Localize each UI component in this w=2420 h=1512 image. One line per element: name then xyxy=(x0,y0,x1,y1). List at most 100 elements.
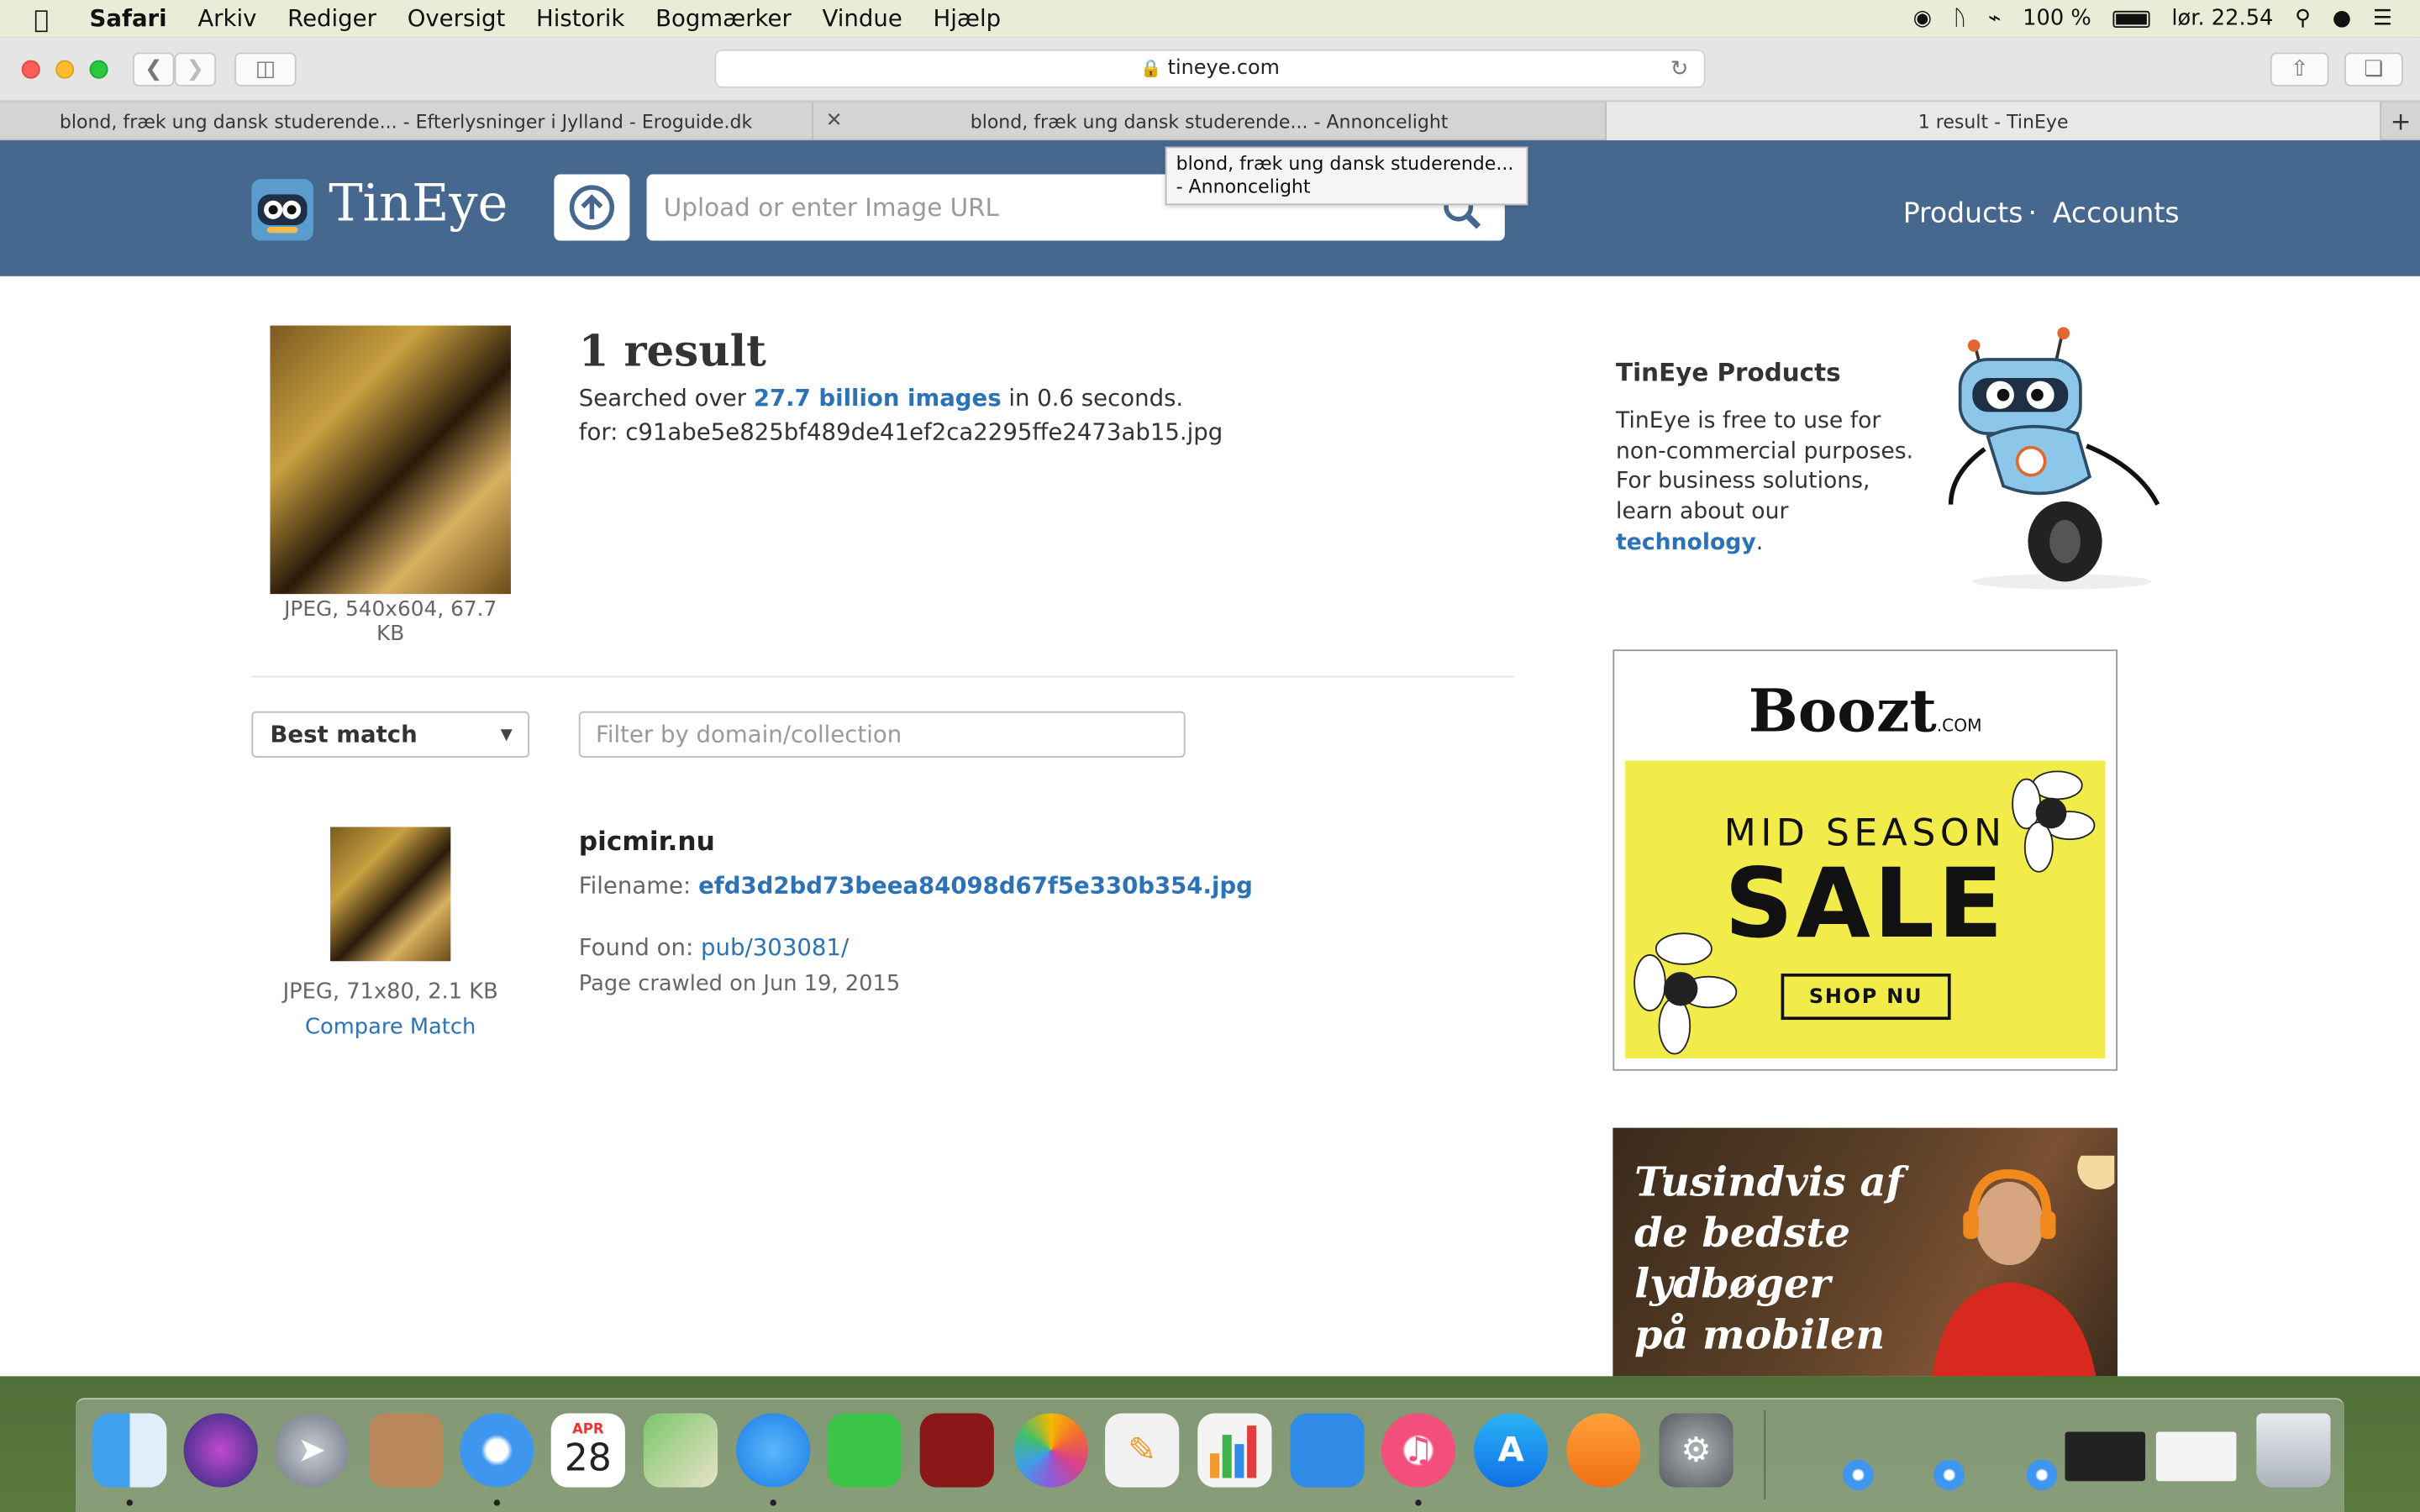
numbers-icon[interactable] xyxy=(1197,1413,1272,1488)
app-store-icon[interactable]: A xyxy=(1474,1413,1549,1488)
pages-icon[interactable]: ✎ xyxy=(1105,1413,1180,1488)
boozt-brand-suffix: .COM xyxy=(1936,716,1982,737)
itunes-icon[interactable]: ♫ xyxy=(1381,1413,1456,1488)
notification-center-icon[interactable]: ☰ xyxy=(2373,6,2392,30)
tineye-robot-logo-icon[interactable] xyxy=(251,179,313,241)
back-button[interactable]: ❮ xyxy=(132,52,175,87)
minimized-window-thumbnail[interactable] xyxy=(2155,1431,2237,1482)
photos-icon[interactable] xyxy=(1013,1413,1088,1488)
siri-dock-icon[interactable] xyxy=(183,1413,258,1488)
sort-dropdown-label: Best match xyxy=(270,720,418,748)
menu-bogmaerker[interactable]: Bogmærker xyxy=(655,5,792,33)
plus-icon: + xyxy=(2390,106,2412,136)
browser-toolbar: ❮ ❯ ◫ 🔒 tineye.com ↻ ⇧ ❏ xyxy=(0,37,2420,102)
menu-oversigt[interactable]: Oversigt xyxy=(408,5,506,33)
minimized-safari-window-icon[interactable] xyxy=(1843,1459,1874,1491)
match-domain[interactable]: picmir.nu xyxy=(579,827,715,858)
nav-accounts-link[interactable]: Accounts xyxy=(2053,197,2180,230)
chevron-right-icon: ❯ xyxy=(186,56,205,82)
compare-match-link[interactable]: Compare Match xyxy=(251,1016,529,1040)
tab-tineye[interactable]: 1 result - TinEye xyxy=(1607,102,2382,141)
facetime-icon[interactable] xyxy=(827,1413,902,1488)
menubar-clock[interactable]: lør. 22.54 xyxy=(2171,6,2273,30)
found-on-row: Found on: pub/303081/ xyxy=(579,933,849,961)
launchpad-icon[interactable]: ➤ xyxy=(274,1413,350,1488)
minimized-safari-window-icon[interactable] xyxy=(1933,1459,1965,1491)
ibooks-icon[interactable] xyxy=(1566,1413,1641,1488)
battery-icon[interactable] xyxy=(2112,9,2150,28)
tab-eroguide[interactable]: blond, fræk ung dansk studerende... - Ef… xyxy=(0,102,813,141)
safari-dock-icon[interactable] xyxy=(460,1413,534,1488)
keynote-icon[interactable] xyxy=(1290,1413,1365,1488)
contacts-icon[interactable] xyxy=(368,1413,444,1488)
audiobook-ad[interactable]: Tusindvis af de bedste lydbøger på mobil… xyxy=(1612,1127,2118,1377)
menu-historik[interactable]: Historik xyxy=(536,5,624,33)
new-tab-button[interactable]: + xyxy=(2381,102,2420,140)
system-preferences-icon[interactable]: ⚙ xyxy=(1659,1413,1733,1488)
spotlight-icon[interactable]: ⚲ xyxy=(2295,6,2311,30)
match-filename-link[interactable]: efd3d2bd73beea84098d67f5e330b354.jpg xyxy=(698,872,1253,900)
menu-app-safari[interactable]: Safari xyxy=(90,5,167,33)
finder-icon[interactable] xyxy=(92,1413,167,1488)
running-indicator xyxy=(493,1499,501,1506)
messages-icon[interactable] xyxy=(736,1413,811,1488)
window-close-button[interactable] xyxy=(21,60,40,79)
calendar-icon[interactable]: APR 28 xyxy=(550,1413,625,1488)
wifi-icon[interactable]: ⌁ xyxy=(1988,6,2001,30)
tab-close-icon[interactable]: ✕ xyxy=(826,109,843,133)
sort-dropdown[interactable]: Best match ▼ xyxy=(251,711,529,758)
menu-vindue[interactable]: Vindue xyxy=(823,5,902,33)
apple-menu-icon[interactable]:  xyxy=(34,4,58,34)
running-indicator xyxy=(1415,1499,1422,1506)
minimized-window-thumbnail[interactable] xyxy=(2065,1431,2146,1482)
searched-suffix: in 0.6 seconds. xyxy=(1001,384,1184,412)
billion-images-link[interactable]: 27.7 billion images xyxy=(754,384,1002,412)
share-button[interactable]: ⇧ xyxy=(2270,52,2329,87)
boozt-logo: Boozt.COM xyxy=(1614,675,2116,745)
technology-link[interactable]: technology xyxy=(1616,530,1756,554)
nav-products-link[interactable]: Products xyxy=(1903,197,2023,230)
searched-line: Searched over 27.7 billion images in 0.6… xyxy=(579,384,1183,412)
minimized-safari-window-icon[interactable] xyxy=(2026,1459,2058,1491)
battery-percent[interactable]: 100 % xyxy=(2023,6,2091,30)
searched-prefix: Searched over xyxy=(578,384,754,412)
tab-bar: blond, fræk ung dansk studerende... - Ef… xyxy=(0,102,2420,141)
sidebar-toggle-button[interactable]: ◫ xyxy=(234,52,297,87)
address-bar[interactable]: 🔒 tineye.com ↻ xyxy=(714,49,1706,88)
tab-overview-button[interactable]: ❏ xyxy=(2344,52,2403,87)
bar-chart-icon xyxy=(1209,1425,1257,1478)
trash-icon[interactable] xyxy=(2256,1413,2331,1488)
sidebar-text-end: . xyxy=(1755,530,1764,555)
forward-button[interactable]: ❯ xyxy=(174,52,217,87)
sidebar-description: TinEye is free to use for non-commercial… xyxy=(1616,407,1924,559)
running-indicator xyxy=(770,1499,776,1506)
boozt-shop-button[interactable]: SHOP NU xyxy=(1781,973,1951,1021)
sidebar-text: TinEye is free to use for non-commercial… xyxy=(1616,408,1914,525)
boozt-ad[interactable]: Boozt.COM MID SEASON SALE SHOP NU xyxy=(1612,649,2118,1071)
tineye-logo-text[interactable]: TinEye xyxy=(329,173,508,234)
match-image-meta: JPEG, 71x80, 2.1 KB xyxy=(282,979,498,1005)
match-filename-row: Filename: efd3d2bd73beea84098d67f5e330b3… xyxy=(579,872,1253,900)
bluetooth-icon[interactable]: ᚢ xyxy=(1954,6,1966,30)
boozt-sale-panel: MID SEASON SALE SHOP NU xyxy=(1625,760,2106,1058)
tab-annoncelight[interactable]: ✕ blond, fræk ung dansk studerende... - … xyxy=(813,102,1607,141)
menu-hjaelp[interactable]: Hjælp xyxy=(934,5,1002,33)
caret-down-icon: ▼ xyxy=(500,726,513,743)
upload-button[interactable] xyxy=(554,174,630,241)
ad-line: de bedste xyxy=(1634,1210,1851,1257)
siri-icon[interactable]: ● xyxy=(2333,6,2351,30)
filter-domain-input[interactable]: Filter by domain/collection xyxy=(578,711,1186,758)
filename-label: Filename: xyxy=(578,871,699,900)
maps-icon[interactable] xyxy=(643,1413,718,1488)
menu-rediger[interactable]: Rediger xyxy=(287,5,376,33)
boozt-sale: SALE xyxy=(1724,847,2007,960)
found-on-link[interactable]: pub/303081/ xyxy=(701,933,849,961)
search-placeholder: Upload or enter Image URL xyxy=(663,192,999,223)
reload-icon[interactable]: ↻ xyxy=(1670,56,1689,81)
window-zoom-button[interactable] xyxy=(89,60,108,79)
screen-recording-icon[interactable]: ◉ xyxy=(1913,6,1932,30)
menu-arkiv[interactable]: Arkiv xyxy=(197,5,256,33)
window-minimize-button[interactable] xyxy=(55,60,75,79)
match-thumbnail[interactable] xyxy=(330,827,451,962)
photo-booth-icon[interactable] xyxy=(919,1413,994,1488)
